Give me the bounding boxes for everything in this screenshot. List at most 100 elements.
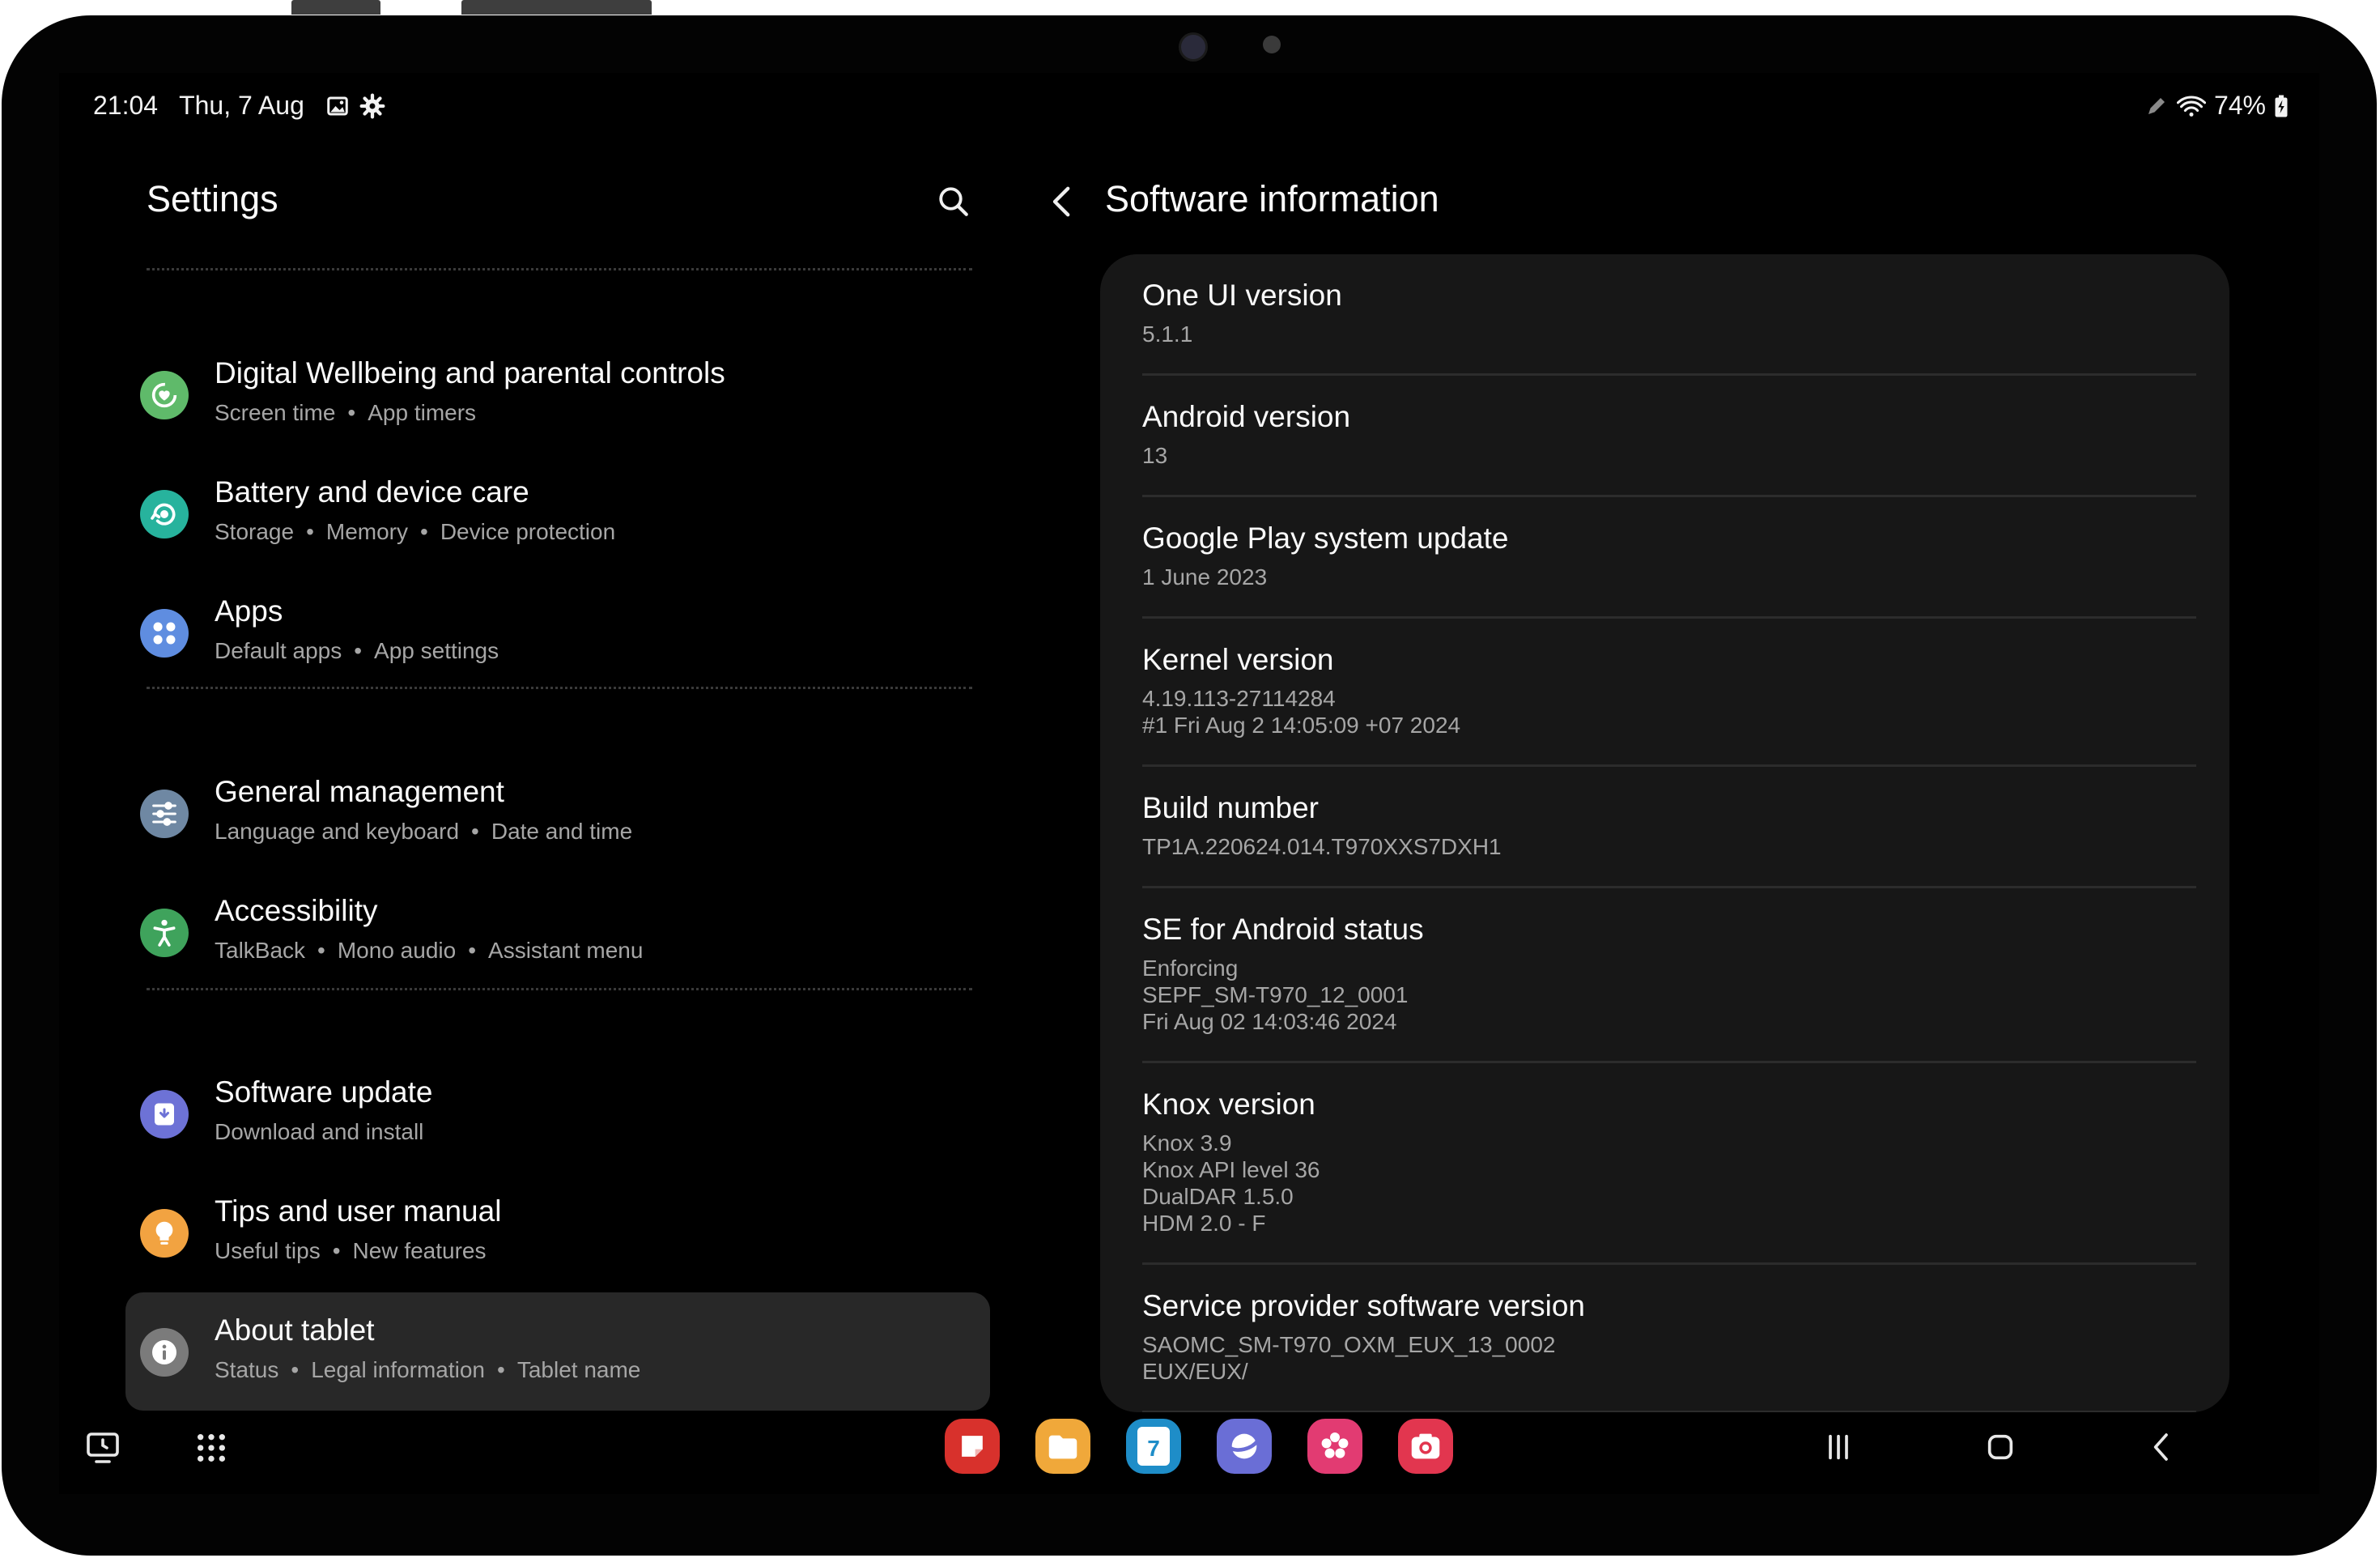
status-date: Thu, 7 Aug [179,91,304,120]
menu-item-digital-wellbeing-and-parental-controls[interactable]: Digital Wellbeing and parental controls S… [125,335,990,453]
menu-item-accessibility[interactable]: Accessibility TalkBack • Mono audio • Assista… [125,873,990,991]
gallery-app-icon[interactable] [1307,1419,1362,1474]
menu-item-subtitle-part: Mono audio [337,938,457,963]
notes-app-icon[interactable] [945,1419,1000,1474]
menu-item-title: About tablet [215,1313,375,1347]
info-row-values: Enforcing SEPF_SM-T970_12_0001 Fri Aug 02 … [1142,955,1408,1035]
front-camera [1179,32,1208,62]
volume-button [461,0,652,15]
menu-item-subtitle: Useful tips • New features [215,1238,487,1264]
menu-item-subtitle: TalkBack • Mono audio • Assistant menu [215,938,643,964]
home-nav-button[interactable] [1974,1421,2026,1473]
menu-item-apps[interactable]: Apps Default apps • App settings [125,573,990,692]
info-row-google-play-system-update[interactable]: Google Play system update 1 June 2023 [1142,497,2196,619]
menu-item-subtitle-part: Date and time [491,819,633,844]
info-row-service-provider-software-version[interactable]: Service provider software version SAOMC_S… [1142,1265,2196,1412]
menu-item-subtitle-part: Legal information [311,1357,486,1382]
settings-title: Settings [147,178,278,219]
app-drawer-icon[interactable] [187,1424,236,1472]
info-row-build-number[interactable]: Build number TP1A.220624.014.T970XXS7DXH1 [1142,767,2196,888]
menu-item-subtitle-part: Screen time [215,400,336,425]
calendar-day-box: 7 [1137,1427,1170,1466]
info-row-title: Knox version [1142,1088,1315,1121]
separator-dot: • [471,819,479,844]
menu-item-subtitle: Language and keyboard • Date and time [215,819,632,845]
info-row-value: 4.19.113-27114284 [1142,686,1336,711]
menu-item-subtitle-part: Assistant menu [488,938,644,963]
info-row-title: SE for Android status [1142,913,1424,946]
info-row-title: Kernel version [1142,643,1334,676]
menu-item-subtitle-part: Language and keyboard [215,819,460,844]
power-button [291,0,380,15]
menu-item-title: Battery and device care [215,475,529,509]
menu-item-subtitle: Screen time • App timers [215,400,476,426]
my-files-app-icon[interactable] [1035,1419,1090,1474]
software-info-card: One UI version 5.1.1 Android version 13 Goog… [1100,254,2229,1412]
info-row-value: Enforcing [1142,956,1239,981]
back-arrow-icon[interactable] [1042,181,1082,222]
menu-item-general-management[interactable]: General management Language and keyboard •… [125,754,990,872]
recents-nav-button[interactable] [1813,1421,1864,1473]
info-row-kernel-version[interactable]: Kernel version 4.19.113-27114284 #1 Fri Au… [1142,619,2196,767]
info-row-value: Fri Aug 02 14:03:46 2024 [1142,1009,1397,1034]
menu-item-subtitle-part: Status [215,1357,279,1382]
separator-dot: • [497,1357,505,1382]
info-row-values: 13 [1142,442,1167,469]
menu-item-title: Tips and user manual [215,1194,502,1228]
menu-item-subtitle-part: Device protection [440,519,616,544]
info-icon [140,1328,189,1377]
menu-item-title: Digital Wellbeing and parental controls [215,356,725,390]
back-nav-button[interactable] [2136,1421,2188,1473]
sliders-icon [140,790,189,838]
info-row-values: SAOMC_SM-T970_OXM_EUX_13_0002 EUX/EUX/ [1142,1331,1555,1385]
info-row-title: One UI version [1142,279,1342,312]
menu-item-subtitle-part: Tablet name [516,1357,641,1382]
separator-dot: • [420,519,428,544]
camera-app-icon[interactable] [1398,1419,1453,1474]
menu-item-subtitle-part: Useful tips [215,1238,321,1263]
info-row-android-version[interactable]: Android version 13 [1142,376,2196,497]
recent-apps-panel-icon[interactable] [79,1424,127,1472]
separator-dot: • [291,1357,300,1382]
info-row-value: 1 June 2023 [1142,564,1268,590]
apps-icon [140,609,189,658]
search-icon[interactable] [933,181,974,222]
info-row-value: SAOMC_SM-T970_OXM_EUX_13_0002 [1142,1332,1556,1357]
menu-item-battery-and-device-care[interactable]: Battery and device care Storage • Memory • De… [125,454,990,573]
separator-dot: • [332,1238,341,1263]
info-row-value: TP1A.220624.014.T970XXS7DXH1 [1142,834,1502,859]
menu-item-subtitle: Storage • Memory • Device protection [215,519,615,545]
wifi-icon [2176,94,2206,118]
battery-charging-icon [2274,94,2289,118]
calendar-day-label: 7 [1147,1436,1160,1461]
info-row-knox-version[interactable]: Knox version Knox 3.9 Knox API level 36 Dua… [1142,1063,2196,1265]
accessibility-icon [140,909,189,957]
separator-dot: • [468,938,477,963]
menu-item-subtitle: Download and install [215,1119,423,1145]
info-row-values: TP1A.220624.014.T970XXS7DXH1 [1142,833,1502,860]
device-care-icon [140,490,189,538]
camera-sensor [1263,36,1281,53]
menu-item-tips-and-user-manual[interactable]: Tips and user manual Useful tips • New feat… [125,1173,990,1292]
calendar-app-icon[interactable]: 7 [1126,1419,1181,1474]
info-row-value: #1 Fri Aug 2 14:05:09 +07 2024 [1142,713,1461,738]
menu-item-about-tablet[interactable]: About tablet Status • Legal information • Tab… [125,1292,990,1411]
info-row-se-for-android-status[interactable]: SE for Android status Enforcing SEPF_SM-T9… [1142,888,2196,1063]
settings-notification-icon [359,93,385,119]
menu-item-subtitle-part: Storage [215,519,295,544]
separator-dot: • [347,400,356,425]
menu-item-software-update[interactable]: Software update Download and install [125,1054,990,1173]
wellbeing-icon [140,371,189,419]
pen-icon [2144,94,2169,118]
separator-dot: • [354,638,363,663]
menu-item-title: General management [215,775,504,808]
gallery-notification-icon [325,94,350,118]
page-title: Software information [1105,178,1439,219]
info-row-values: 4.19.113-27114284 #1 Fri Aug 2 14:05:09 +… [1142,685,1460,739]
info-row-one-ui-version[interactable]: One UI version 5.1.1 [1142,254,2196,376]
menu-item-subtitle-part: Download and install [215,1119,424,1144]
status-time: 21:04 [93,91,159,120]
internet-app-icon[interactable] [1217,1419,1272,1474]
menu-item-subtitle-part: Default apps [215,638,342,663]
menu-item-title: Software update [215,1075,433,1109]
